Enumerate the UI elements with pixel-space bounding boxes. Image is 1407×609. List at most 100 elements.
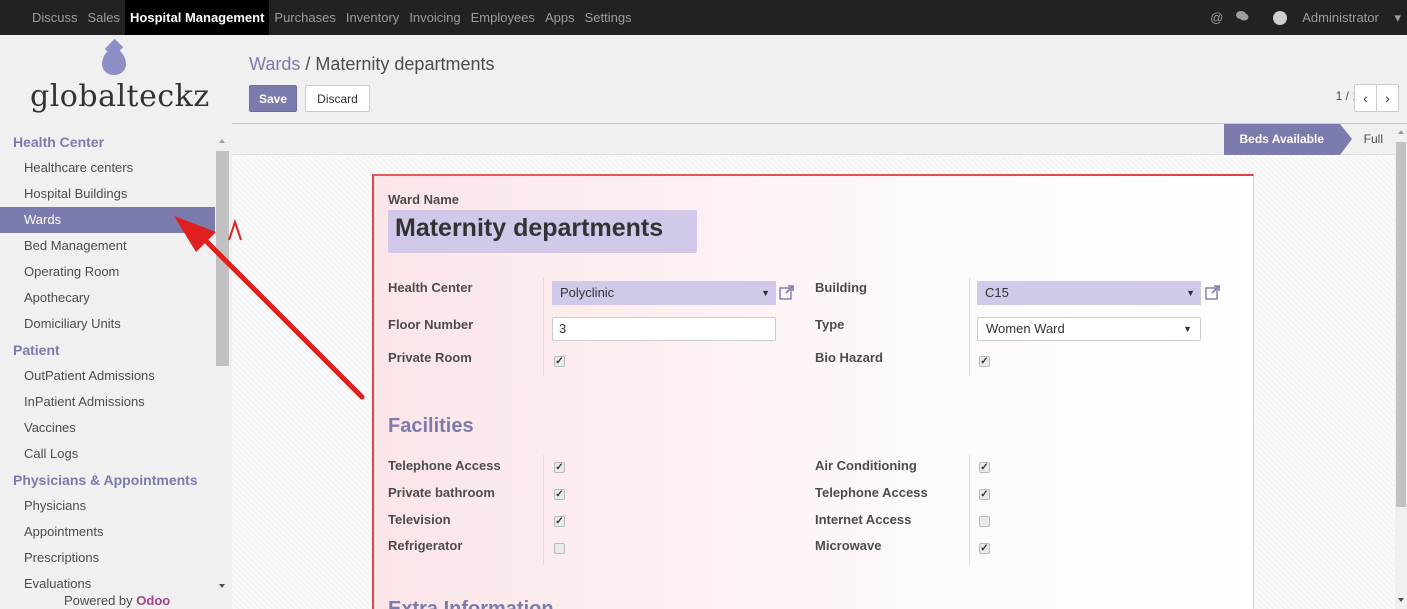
section-patient: Patient bbox=[13, 342, 60, 358]
discard-button[interactable]: Discard bbox=[305, 85, 370, 112]
field-divider bbox=[543, 455, 544, 565]
nav-purchases[interactable]: Purchases bbox=[269, 0, 340, 35]
app-menu: Discuss Sales Hospital Management Purcha… bbox=[27, 0, 637, 35]
air-conditioning-checkbox[interactable]: ✓ bbox=[979, 462, 990, 473]
ward-name-label: Ward Name bbox=[388, 192, 460, 207]
odoo-link[interactable]: Odoo bbox=[136, 593, 170, 608]
private-room-checkbox[interactable]: ✓ bbox=[554, 356, 565, 367]
save-button[interactable]: Save bbox=[249, 85, 297, 112]
type-label: Type bbox=[815, 317, 845, 332]
sidebar: globalteckz Health Center Healthcare cen… bbox=[0, 47, 232, 609]
sidebar-item-prescriptions[interactable]: Prescriptions bbox=[0, 545, 215, 571]
main-scrollbar[interactable] bbox=[1395, 124, 1407, 609]
floor-number-input[interactable]: 3 bbox=[552, 317, 776, 341]
sidebar-item-physicians[interactable]: Physicians bbox=[0, 493, 215, 519]
systray: @ Administrator ▾ bbox=[1198, 0, 1401, 35]
facility-label: Microwave bbox=[815, 538, 882, 553]
nav-settings[interactable]: Settings bbox=[580, 0, 637, 35]
television-checkbox[interactable]: ✓ bbox=[554, 516, 565, 527]
drop-logo-icon bbox=[102, 49, 126, 75]
nav-hospital-management[interactable]: Hospital Management bbox=[125, 0, 270, 35]
bio-hazard-checkbox[interactable]: ✓ bbox=[979, 356, 990, 367]
user-menu[interactable]: Administrator ▾ bbox=[1261, 10, 1401, 26]
pager-previous-button[interactable]: ‹ bbox=[1354, 84, 1377, 112]
sidebar-item-apothecary[interactable]: Apothecary bbox=[0, 285, 215, 311]
field-divider bbox=[543, 312, 544, 346]
chat-icon[interactable] bbox=[1235, 10, 1249, 25]
type-select[interactable]: Women Ward ▼ bbox=[977, 317, 1201, 341]
caret-down-icon: ▾ bbox=[1394, 9, 1401, 25]
field-divider bbox=[969, 346, 970, 376]
external-link-icon[interactable] bbox=[779, 284, 795, 300]
building-value: C15 bbox=[985, 285, 1009, 300]
avatar bbox=[1273, 11, 1288, 26]
nav-employees[interactable]: Employees bbox=[466, 0, 540, 35]
sidebar-item-inpatient-admissions[interactable]: InPatient Admissions bbox=[0, 389, 215, 415]
pager-next-button[interactable]: › bbox=[1376, 84, 1399, 112]
facility-label: Air Conditioning bbox=[815, 458, 917, 473]
field-divider bbox=[969, 312, 970, 346]
scroll-up-icon[interactable] bbox=[219, 139, 225, 143]
refrigerator-checkbox[interactable] bbox=[554, 543, 565, 554]
status-beds-available[interactable]: Beds Available bbox=[1223, 124, 1353, 155]
main-scroll-thumb[interactable] bbox=[1396, 142, 1406, 507]
nav-inventory[interactable]: Inventory bbox=[341, 0, 404, 35]
building-label: Building bbox=[815, 280, 867, 295]
field-divider bbox=[543, 278, 544, 312]
control-panel: Wards / Maternity departments Save Disca… bbox=[232, 47, 1407, 124]
sidebar-scroll-thumb[interactable] bbox=[216, 151, 229, 366]
facility-label: Internet Access bbox=[815, 512, 912, 527]
sidebar-scrollbar[interactable] bbox=[215, 137, 230, 607]
private-bathroom-checkbox[interactable]: ✓ bbox=[554, 489, 565, 500]
main-navbar: Discuss Sales Hospital Management Purcha… bbox=[0, 0, 1407, 35]
external-link-icon[interactable] bbox=[1205, 284, 1221, 300]
scroll-down-icon[interactable] bbox=[1398, 598, 1404, 602]
sidebar-item-call-logs[interactable]: Call Logs bbox=[0, 441, 215, 467]
telephone-access-checkbox[interactable]: ✓ bbox=[554, 462, 565, 473]
logo-text: globalteckz bbox=[30, 79, 210, 114]
facilities-heading: Facilities bbox=[388, 415, 474, 437]
telephone-access-right-checkbox[interactable]: ✓ bbox=[979, 489, 990, 500]
ward-name-value[interactable]: Maternity departments bbox=[395, 214, 663, 243]
caret-down-icon: ▼ bbox=[1183, 324, 1192, 334]
internet-access-checkbox[interactable] bbox=[979, 516, 990, 527]
status-full[interactable]: Full bbox=[1364, 124, 1383, 155]
scroll-down-icon[interactable] bbox=[219, 584, 225, 588]
building-select[interactable]: C15 ▼ bbox=[977, 281, 1201, 305]
sidebar-item-vaccines[interactable]: Vaccines bbox=[0, 415, 215, 441]
nav-apps[interactable]: Apps bbox=[540, 0, 580, 35]
sidebar-item-operating-room[interactable]: Operating Room bbox=[0, 259, 215, 285]
company-logo[interactable]: globalteckz bbox=[0, 47, 232, 127]
sidebar-item-healthcare-centers[interactable]: Healthcare centers bbox=[0, 155, 215, 181]
scroll-up-icon[interactable] bbox=[1398, 130, 1404, 134]
sidebar-item-wards[interactable]: Wards bbox=[0, 207, 215, 233]
powered-by: Powered by Odoo bbox=[64, 593, 170, 608]
section-physicians-appointments: Physicians & Appointments bbox=[13, 472, 198, 488]
health-center-label: Health Center bbox=[388, 280, 473, 295]
nav-invoicing[interactable]: Invoicing bbox=[404, 0, 465, 35]
at-icon[interactable]: @ bbox=[1210, 10, 1223, 25]
caret-down-icon: ▼ bbox=[1186, 288, 1195, 298]
breadcrumb-current: Maternity departments bbox=[315, 54, 495, 74]
user-name: Administrator bbox=[1302, 9, 1379, 25]
section-health-center: Health Center bbox=[13, 134, 105, 150]
field-divider bbox=[543, 346, 544, 376]
microwave-checkbox[interactable]: ✓ bbox=[979, 543, 990, 554]
sidebar-item-domiciliary-units[interactable]: Domiciliary Units bbox=[0, 311, 215, 337]
sidebar-item-outpatient-admissions[interactable]: OutPatient Admissions bbox=[0, 363, 215, 389]
sidebar-menu: Health Center Healthcare centers Hospita… bbox=[0, 129, 215, 597]
caret-down-icon: ▼ bbox=[761, 288, 770, 298]
health-center-value: Polyclinic bbox=[560, 285, 615, 300]
sidebar-item-hospital-buildings[interactable]: Hospital Buildings bbox=[0, 181, 215, 207]
health-center-select[interactable]: Polyclinic ▼ bbox=[552, 281, 776, 305]
topbar: Discuss Sales Hospital Management Purcha… bbox=[0, 0, 1407, 47]
breadcrumb-wards[interactable]: Wards bbox=[249, 54, 300, 74]
sidebar-item-bed-management[interactable]: Bed Management bbox=[0, 233, 215, 259]
private-room-label: Private Room bbox=[388, 350, 472, 365]
sidebar-item-appointments[interactable]: Appointments bbox=[0, 519, 215, 545]
facility-label: Television bbox=[388, 512, 451, 527]
extra-information-heading: Extra Information bbox=[388, 598, 554, 609]
nav-discuss[interactable]: Discuss bbox=[27, 0, 83, 35]
breadcrumb-separator: / bbox=[305, 54, 311, 74]
nav-sales[interactable]: Sales bbox=[83, 0, 126, 35]
